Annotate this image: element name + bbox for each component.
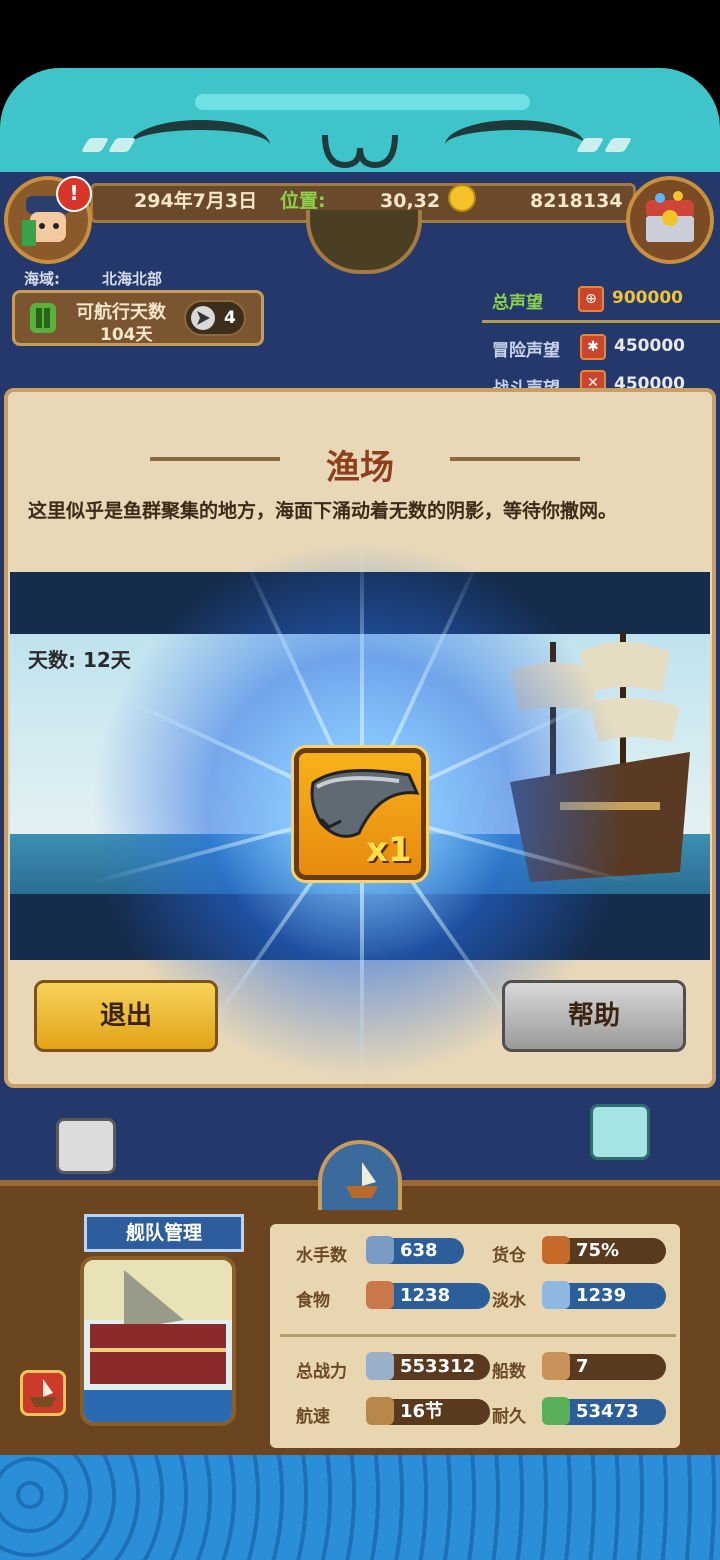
cargo-crate-icon [542,1236,570,1264]
cat-brow-bar [195,94,530,110]
cube-mascot-left-icon [56,1118,116,1174]
cargo-label: 货仓 [492,1246,526,1266]
divider [482,320,720,323]
reward-count: x1 [366,830,412,870]
divider [280,1334,676,1337]
event-title: 渔场 [326,448,394,488]
exit-button[interactable]: 退出 [34,980,218,1052]
food-label: 食物 [296,1291,330,1311]
reputation-crest-icon: ⊕ [578,286,604,312]
water-value: 1239 [576,1285,627,1306]
ocean-waves-decoration [0,1455,720,1560]
ship-interior-icon [84,1260,232,1422]
water-label: 淡水 [492,1291,526,1311]
total-power-value: 553312 [400,1356,476,1377]
pause-icon[interactable] [30,303,56,333]
boat-icon [346,1162,378,1198]
sailors-bar: 638 [366,1236,464,1264]
total-reputation-label: 总声望 [492,293,543,313]
fleet-shortcut-button[interactable] [20,1370,66,1416]
food-value: 1238 [400,1285,451,1306]
cat-mouth-icon [322,134,398,169]
speed-bar: 16节 [366,1397,490,1425]
sea-area-value: 北海北部 [102,270,163,288]
game-date: 294年7月3日 [134,190,258,212]
sailors-label: 水手数 [296,1246,347,1266]
cube-cat-mascot-icon [590,1104,650,1160]
event-description: 这里似乎是鱼群聚集的地方，海面下涌动着无数的阴影，等待你撒网。 [28,500,618,522]
swords-icon [366,1352,394,1380]
ship-count-bar: 7 [542,1352,666,1380]
total-power-label: 总战力 [296,1362,347,1382]
sea-area-label: 海域: [24,270,60,288]
ship-count-value: 7 [576,1356,589,1377]
sailboat-icon [366,1397,394,1425]
adventure-compass-icon: ✱ [580,334,606,360]
chest-icon [646,191,694,242]
cat-blush [603,138,633,152]
sailors-value: 638 [400,1240,438,1261]
alert-icon[interactable]: ! [56,176,92,212]
fleet-management-banner[interactable]: 舰队管理 [84,1214,244,1252]
fleet-ship-icon [29,1379,57,1407]
food-bar: 1238 [366,1281,490,1309]
small-ship-icon [542,1352,570,1380]
gold-coin-icon [448,184,476,212]
speed-label: 航速 [296,1407,330,1427]
adventure-reputation-label: 冒险声望 [492,341,560,361]
durability-bar: 53473 [542,1397,666,1425]
adventure-reputation-value: 450000 [614,336,685,356]
event-days-label: 天数: 12天 [28,648,131,672]
cat-right-eye [445,120,585,170]
sail-arrow-icon [191,306,215,330]
water-bar: 1239 [542,1281,666,1309]
durability-label: 耐久 [492,1407,526,1427]
ship-cross-section-image[interactable] [80,1256,236,1426]
speed-value: 16节 [400,1401,444,1422]
help-button[interactable]: 帮助 [502,980,686,1052]
cat-left-eye [130,120,270,170]
meat-icon [366,1281,394,1309]
cargo-value: 75% [576,1240,620,1261]
cat-blush [80,138,110,152]
water-jug-icon [542,1281,570,1309]
cat-frame-decoration [0,68,720,188]
power-bar: 553312 [366,1352,490,1380]
gold-amount: 8218134 [530,190,623,212]
speed-count: 4 [224,308,236,328]
sail-speed-button[interactable]: 4 [184,300,246,336]
total-reputation-value: 900000 [612,288,683,308]
ship-count-label: 船数 [492,1362,526,1382]
repair-ship-icon [542,1397,570,1425]
sail-days-value: 104天 [100,325,153,345]
treasure-chest-button[interactable] [626,176,714,264]
cargo-bar: 75% [542,1236,666,1264]
sailor-icon [366,1236,394,1264]
durability-value: 53473 [576,1401,639,1422]
